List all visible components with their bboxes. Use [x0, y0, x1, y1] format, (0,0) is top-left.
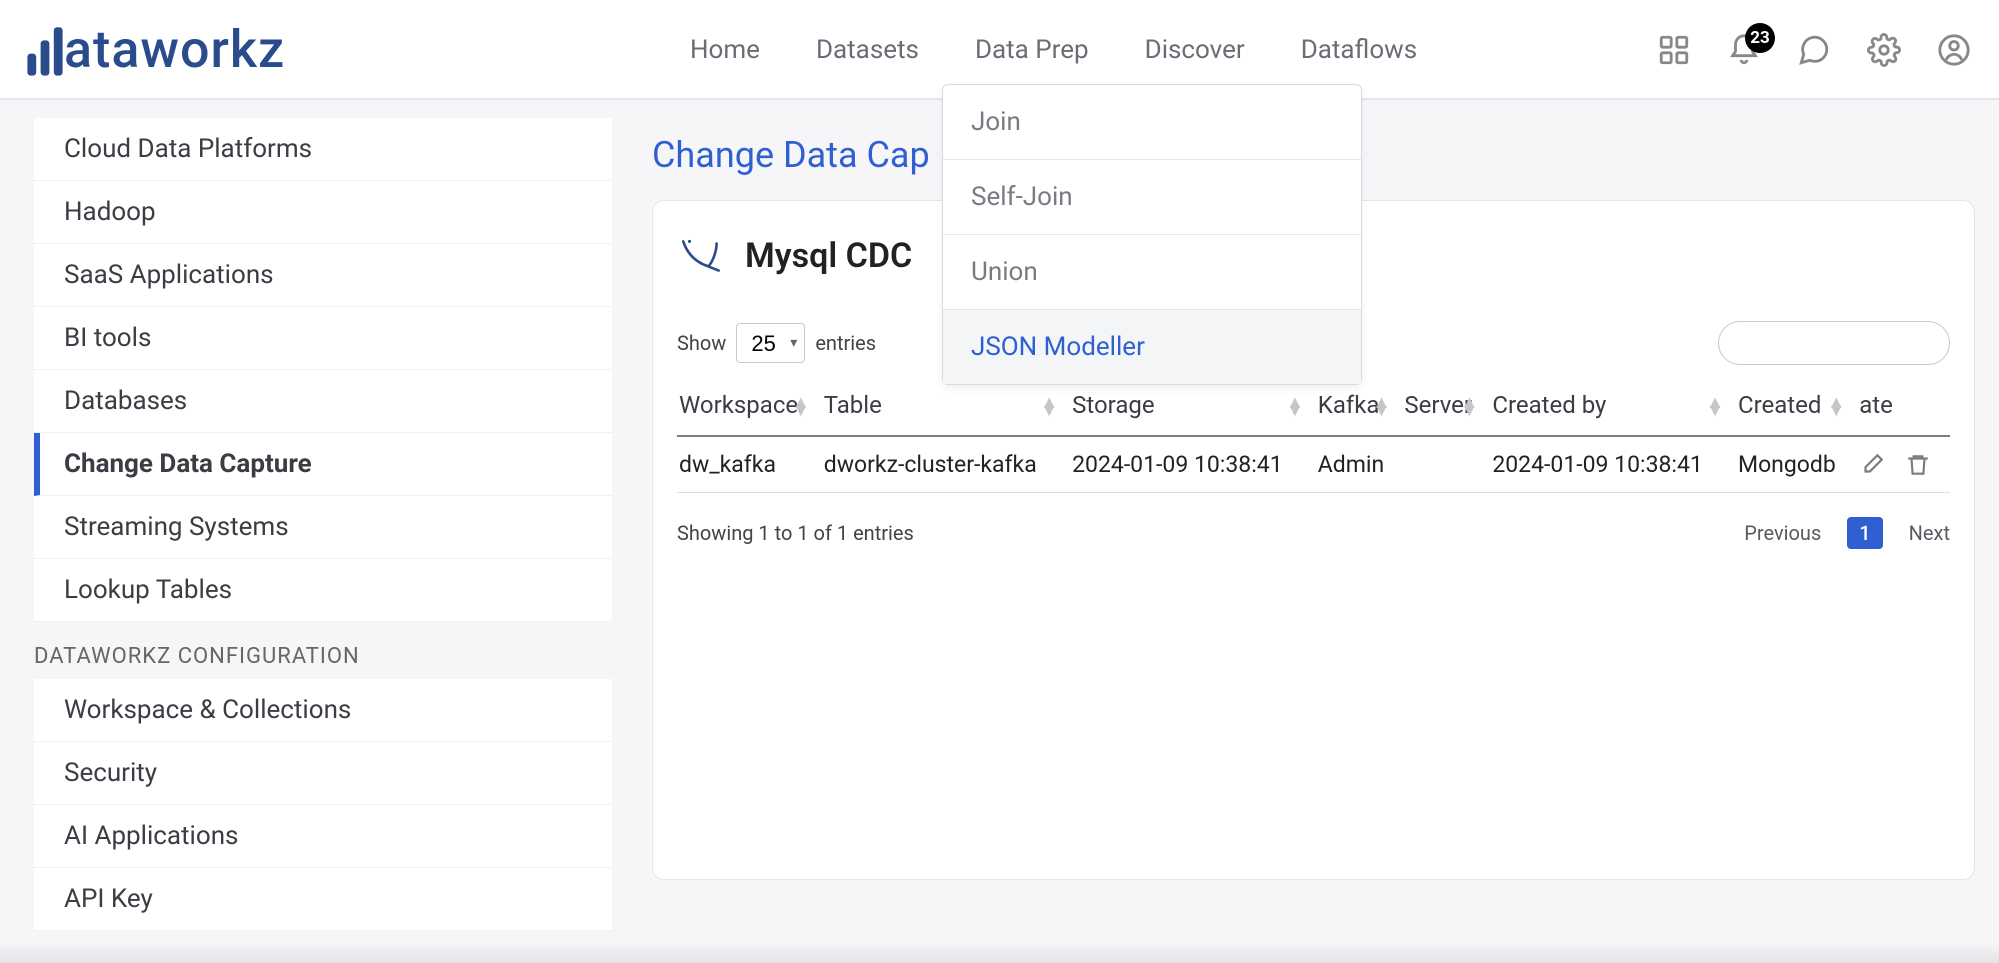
cell-actions [1857, 436, 1950, 493]
nav-data-prep[interactable]: Data Prep [975, 35, 1089, 65]
delete-icon[interactable] [1905, 452, 1931, 478]
chat-icon[interactable] [1797, 33, 1831, 67]
notifications-badge: 23 [1745, 23, 1775, 53]
table-header-row: Workspace▲▼ Table▲▼ Storage▲▼ Kafka▲▼ Se… [677, 379, 1950, 436]
cell-table: dworkz-cluster-kafka [822, 436, 1070, 493]
pager-next[interactable]: Next [1909, 521, 1950, 545]
sidebar-group-config: Workspace & Collections Security AI Appl… [34, 679, 612, 931]
notifications-icon[interactable]: 23 [1727, 33, 1761, 67]
sidebar-item-streaming-systems[interactable]: Streaming Systems [34, 496, 612, 559]
col-storage[interactable]: Storage▲▼ [1070, 379, 1316, 436]
sidebar-group-sources: Cloud Data Platforms Hadoop SaaS Applica… [34, 118, 612, 622]
show-entries-control: Show 25 ▾ entries [677, 323, 876, 363]
sidebar-item-change-data-capture[interactable]: Change Data Capture [34, 433, 612, 496]
dropdown-item-union[interactable]: Union [943, 235, 1361, 310]
cdc-table: Workspace▲▼ Table▲▼ Storage▲▼ Kafka▲▼ Se… [677, 379, 1950, 493]
cell-created: Mongodb [1736, 436, 1857, 493]
nav-datasets[interactable]: Datasets [816, 35, 919, 65]
show-label-pre: Show [677, 331, 726, 355]
show-label-post: entries [815, 331, 876, 355]
profile-icon[interactable] [1937, 33, 1971, 67]
table-footer: Showing 1 to 1 of 1 entries Previous 1 N… [677, 517, 1950, 549]
search-input[interactable] [1718, 321, 1950, 365]
sidebar-item-lookup-tables[interactable]: Lookup Tables [34, 559, 612, 622]
data-prep-dropdown: Join Self-Join Union JSON Modeller [942, 84, 1362, 385]
sidebar: Cloud Data Platforms Hadoop SaaS Applica… [0, 100, 612, 963]
cell-workspace: dw_kafka [677, 436, 822, 493]
sidebar-item-workspace-collections[interactable]: Workspace & Collections [34, 679, 612, 742]
sidebar-item-ai-applications[interactable]: AI Applications [34, 805, 612, 868]
cell-kafka: Admin [1316, 436, 1403, 493]
brand-text: ataworkz [64, 19, 285, 80]
mysql-icon [677, 231, 727, 281]
sidebar-item-api-key[interactable]: API Key [34, 868, 612, 931]
col-kafka[interactable]: Kafka▲▼ [1316, 379, 1403, 436]
sidebar-item-saas-applications[interactable]: SaaS Applications [34, 244, 612, 307]
sidebar-item-security[interactable]: Security [34, 742, 612, 805]
cell-storage: 2024-01-09 10:38:41 [1070, 436, 1316, 493]
col-table[interactable]: Table▲▼ [822, 379, 1070, 436]
nav-home[interactable]: Home [690, 35, 760, 65]
sidebar-item-databases[interactable]: Databases [34, 370, 612, 433]
col-created[interactable]: Created▲▼ [1736, 379, 1857, 436]
col-workspace[interactable]: Workspace▲▼ [677, 379, 822, 436]
brand-logo[interactable]: ataworkz [20, 19, 285, 80]
cell-server [1402, 436, 1490, 493]
card-title: Mysql CDC [745, 236, 912, 276]
table-row[interactable]: dw_kafka dworkz-cluster-kafka 2024-01-09… [677, 436, 1950, 493]
edit-icon[interactable] [1859, 452, 1885, 478]
nav-dataflows[interactable]: Dataflows [1301, 35, 1417, 65]
logo-icon [20, 25, 70, 80]
pager-prev[interactable]: Previous [1744, 521, 1821, 545]
sidebar-section-header: DATAWORKZ CONFIGURATION [34, 622, 612, 679]
header-actions: 23 [1657, 0, 1971, 100]
apps-icon[interactable] [1657, 33, 1691, 67]
dropdown-item-self-join[interactable]: Self-Join [943, 160, 1361, 235]
nav-discover[interactable]: Discover [1145, 35, 1245, 65]
dropdown-item-join[interactable]: Join [943, 85, 1361, 160]
sidebar-item-hadoop[interactable]: Hadoop [34, 181, 612, 244]
col-server[interactable]: Server▲▼ [1402, 379, 1490, 436]
sidebar-item-cloud-data-platforms[interactable]: Cloud Data Platforms [34, 118, 612, 181]
sidebar-item-bi-tools[interactable]: BI tools [34, 307, 612, 370]
col-extra: ate [1857, 379, 1950, 436]
pagination: Previous 1 Next [1744, 517, 1950, 549]
settings-icon[interactable] [1867, 33, 1901, 67]
cell-created-by: 2024-01-09 10:38:41 [1490, 436, 1736, 493]
window-scrollbar[interactable] [0, 945, 1999, 963]
col-created-by[interactable]: Created by▲▼ [1490, 379, 1736, 436]
pager-page-1[interactable]: 1 [1847, 517, 1882, 549]
table-info: Showing 1 to 1 of 1 entries [677, 521, 914, 545]
dropdown-item-json-modeller[interactable]: JSON Modeller [943, 310, 1361, 384]
entries-select[interactable]: 25 [736, 323, 805, 363]
